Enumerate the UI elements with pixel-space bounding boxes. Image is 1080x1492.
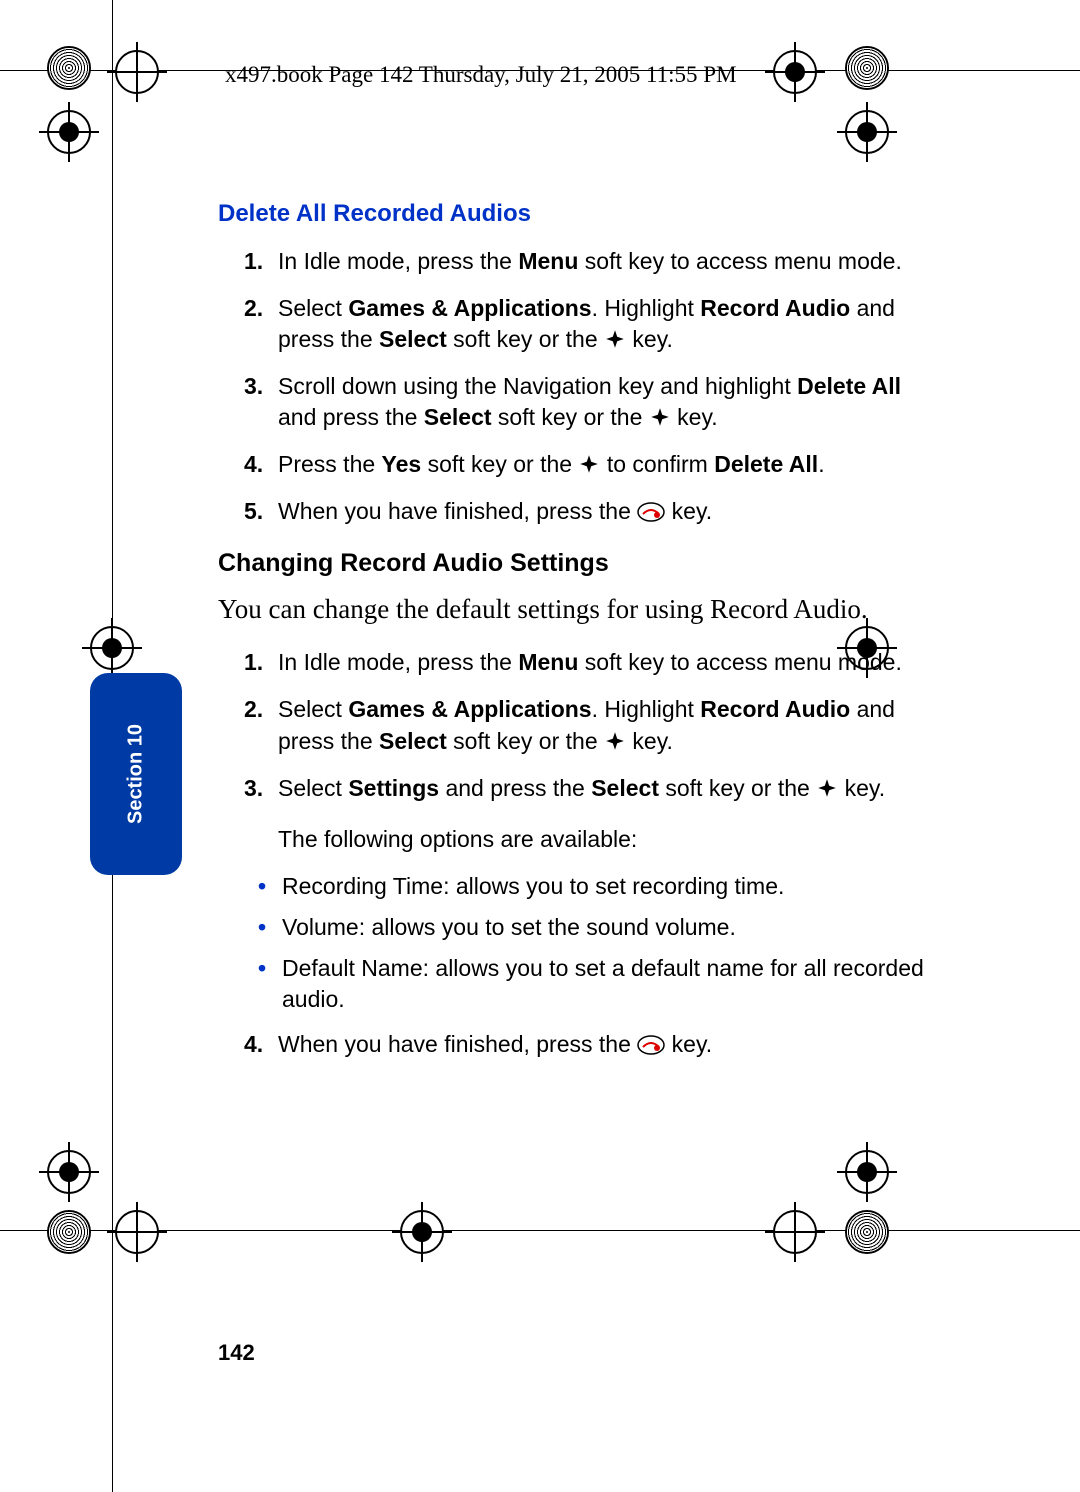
step-item: When you have finished, press the key. [278, 496, 938, 527]
crop-mark [115, 1210, 159, 1254]
options-list: Recording Time: allows you to set record… [258, 871, 938, 1015]
steps-change-settings-cont: When you have finished, press the key. [218, 1029, 938, 1060]
page-content: Delete All Recorded Audios In Idle mode,… [218, 200, 938, 1082]
options-note: The following options are available: [278, 826, 938, 853]
nav-key-icon [604, 328, 626, 350]
nav-key-icon [816, 777, 838, 799]
crop-mark [115, 50, 159, 94]
nav-key-icon [578, 453, 600, 475]
nav-key-icon [604, 730, 626, 752]
step-item: Press the Yes soft key or the to confirm… [278, 449, 938, 480]
section-tab-label: Section 10 [125, 724, 148, 824]
end-key-icon [637, 502, 665, 522]
step-item: When you have finished, press the key. [278, 1029, 938, 1060]
list-item: Volume: allows you to set the sound volu… [258, 912, 938, 943]
nav-key-icon [649, 406, 671, 428]
step-item: Select Games & Applications. Highlight R… [278, 293, 938, 355]
step-item: In Idle mode, press the Menu soft key to… [278, 246, 938, 277]
crop-mark [90, 626, 134, 670]
heading-delete-all: Delete All Recorded Audios [218, 200, 938, 228]
heading-change-settings: Changing Record Audio Settings [218, 549, 938, 578]
crop-mark [400, 1210, 444, 1254]
crop-mark [773, 1210, 817, 1254]
section-tab: Section 10 [90, 673, 182, 875]
crop-mark-ring [47, 1210, 91, 1254]
crop-mark-ring [845, 46, 889, 90]
page-number: 142 [218, 1340, 255, 1366]
step-item: Scroll down using the Navigation key and… [278, 371, 938, 433]
steps-delete-all: In Idle mode, press the Menu soft key to… [218, 246, 938, 527]
crop-mark [47, 1150, 91, 1194]
crop-mark-ring [47, 46, 91, 90]
crop-mark [845, 1150, 889, 1194]
intro-text: You can change the default settings for … [218, 592, 938, 627]
list-item: Default Name: allows you to set a defaul… [258, 953, 938, 1015]
step-item: Select Settings and press the Select sof… [278, 773, 938, 804]
crop-mark [845, 110, 889, 154]
crop-mark [47, 110, 91, 154]
step-item: Select Games & Applications. Highlight R… [278, 694, 938, 756]
crop-mark [773, 50, 817, 94]
list-item: Recording Time: allows you to set record… [258, 871, 938, 902]
page-header: x497.book Page 142 Thursday, July 21, 20… [225, 62, 737, 88]
step-item: In Idle mode, press the Menu soft key to… [278, 647, 938, 678]
steps-change-settings: In Idle mode, press the Menu soft key to… [218, 647, 938, 803]
end-key-icon [637, 1035, 665, 1055]
crop-mark-ring [845, 1210, 889, 1254]
